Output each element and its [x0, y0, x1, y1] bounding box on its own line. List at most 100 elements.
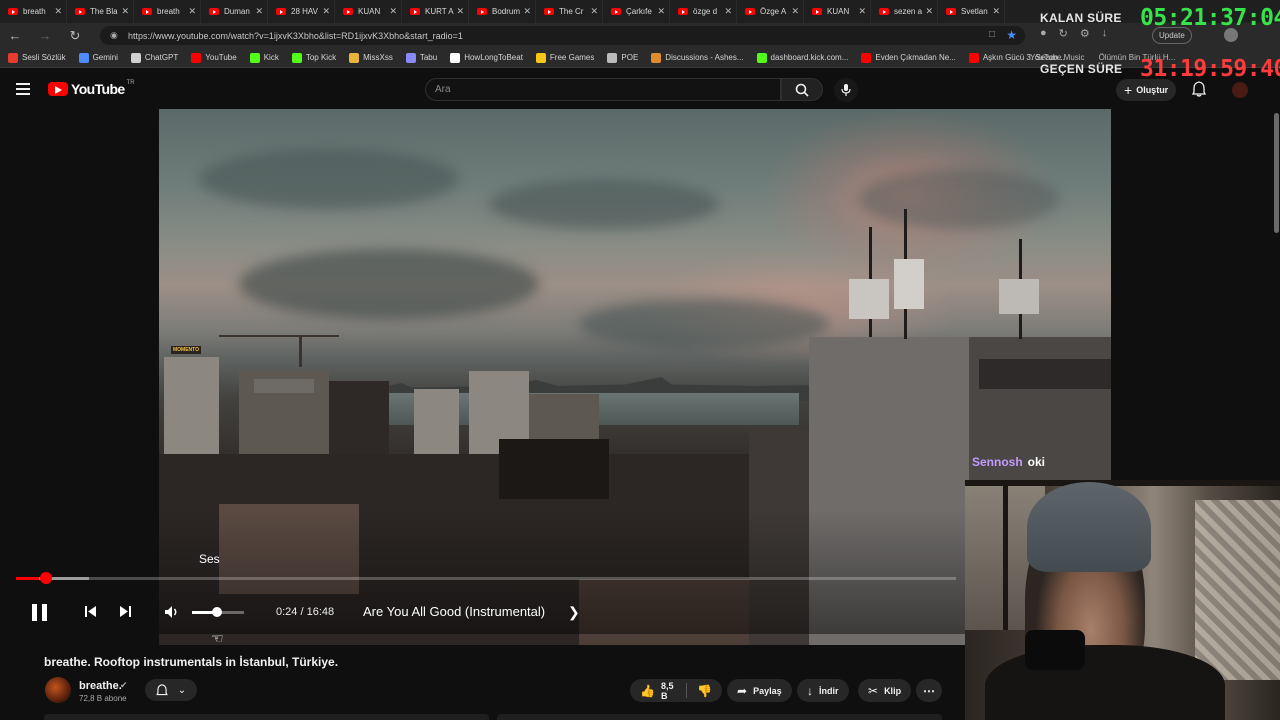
bookmark-item[interactable]: Gemini	[78, 52, 118, 63]
close-tab-icon[interactable]: ✕	[858, 6, 866, 17]
download-icon[interactable]: ↓	[1102, 27, 1108, 40]
close-tab-icon[interactable]: ✕	[791, 6, 799, 17]
dislike-button[interactable]: 👎	[687, 684, 722, 698]
youtube-logo[interactable]: YouTube TR	[48, 80, 135, 97]
bookmark-item[interactable]: dashboard.kick.com...	[756, 52, 848, 63]
url-bar[interactable]: ◉ https://www.youtube.com/watch?v=1ijxvK…	[100, 26, 1025, 45]
close-tab-icon[interactable]: ✕	[121, 6, 129, 17]
video-title: breathe. Rooftop instrumentals in İstanb…	[44, 655, 339, 669]
close-tab-icon[interactable]: ✕	[925, 6, 933, 17]
more-actions-button[interactable]: ⋯	[916, 679, 942, 702]
next-button[interactable]	[119, 605, 132, 623]
refresh-extension-icon[interactable]: ↻	[1059, 27, 1068, 40]
close-tab-icon[interactable]: ✕	[724, 6, 732, 17]
bookmark-label: MissXss	[363, 53, 393, 62]
extension-icon[interactable]: ●	[1040, 27, 1047, 40]
page-scrollbar[interactable]	[1272, 109, 1280, 249]
cloud	[489, 179, 719, 229]
browser-tab[interactable]: sezen a ✕	[871, 0, 938, 23]
close-tab-icon[interactable]: ✕	[322, 6, 330, 17]
account-avatar[interactable]	[1232, 82, 1248, 98]
back-button[interactable]: ←	[0, 28, 30, 43]
reload-button[interactable]: ↻	[60, 28, 90, 44]
bookmark-star-icon[interactable]: ★	[1006, 28, 1017, 42]
bookmark-item[interactable]: Top Kick	[291, 52, 336, 63]
trees	[499, 439, 609, 499]
bookmark-favicon-icon	[8, 52, 18, 63]
share-button[interactable]: ➦ Paylaş	[727, 679, 792, 702]
browser-tab[interactable]: 28 HAV ✕	[268, 0, 335, 23]
bookmark-item[interactable]: Tabu	[405, 52, 437, 63]
close-tab-icon[interactable]: ✕	[523, 6, 531, 17]
browser-tab[interactable]: Özge A ✕	[737, 0, 804, 23]
bookmark-favicon-icon	[607, 52, 618, 63]
bookmark-item[interactable]: YouTube	[191, 52, 237, 63]
puzzle-icon[interactable]: ⚙	[1080, 27, 1090, 40]
bookmark-youtube-music[interactable]: YouTube Music	[1030, 53, 1085, 62]
browser-tab[interactable]: KUAN ✕	[335, 0, 402, 23]
like-button[interactable]: 👍 8,5 B	[630, 679, 686, 702]
mute-button[interactable]	[164, 604, 180, 625]
tab-title: Özge A	[760, 7, 787, 16]
subscription-bell-button[interactable]: ⌄	[145, 679, 197, 701]
clip-button[interactable]: ✂ Klip	[858, 679, 912, 702]
bookmark-item[interactable]: Sesli Sözlük	[8, 52, 66, 63]
close-tab-icon[interactable]: ✕	[255, 6, 263, 17]
chat-message: Sennosh oki	[972, 455, 1045, 469]
browser-tab[interactable]: KUAN ✕	[804, 0, 871, 23]
scrollbar-thumb[interactable]	[1274, 113, 1279, 233]
browser-tab[interactable]: breath ✕	[0, 0, 67, 23]
bookmark-item[interactable]: Discussions - Ashes...	[651, 52, 744, 63]
notifications-button[interactable]	[1191, 81, 1207, 102]
browser-tab[interactable]: The Cr ✕	[536, 0, 603, 23]
site-info-icon[interactable]: ◉	[110, 30, 118, 41]
search-input[interactable]: Ara	[425, 78, 781, 101]
download-icon: ↓	[807, 683, 813, 698]
close-tab-icon[interactable]: ✕	[657, 6, 665, 17]
pause-button[interactable]	[32, 604, 48, 621]
microphone-icon	[841, 84, 851, 96]
browser-tab[interactable]: Duman ✕	[201, 0, 268, 23]
browser-tab[interactable]: Çarkıfe ✕	[603, 0, 670, 23]
bookmark-item[interactable]: MissXss	[349, 52, 393, 63]
forward-button[interactable]: →	[30, 28, 60, 43]
bookmark-item[interactable]: ChatGPT	[130, 52, 178, 63]
close-tab-icon[interactable]: ✕	[456, 6, 464, 17]
channel-name[interactable]: breathe.	[79, 680, 122, 692]
volume-icon	[165, 606, 177, 618]
address-toolbar: ← → ↻ ◉ https://www.youtube.com/watch?v=…	[0, 23, 1280, 48]
channel-avatar[interactable]	[45, 677, 71, 703]
menu-icon[interactable]	[16, 83, 30, 95]
close-tab-icon[interactable]: ✕	[992, 6, 1000, 17]
browser-tab[interactable]: The Bla ✕	[67, 0, 134, 23]
previous-button[interactable]	[84, 605, 97, 623]
create-button[interactable]: + Oluştur	[1116, 79, 1177, 101]
bookmark-item[interactable]: Kick	[249, 52, 279, 63]
elapsed-time-label: GEÇEN SÜRE	[1040, 62, 1123, 76]
browser-tab[interactable]: özge d ✕	[670, 0, 737, 23]
youtube-favicon-icon	[477, 8, 487, 15]
bookmark-item[interactable]: HowLongToBeat	[450, 52, 523, 63]
bookmark-item[interactable]: Free Games	[535, 52, 594, 63]
search-button[interactable]	[781, 78, 823, 101]
chat-text: oki	[1027, 455, 1046, 469]
scrubber-handle[interactable]	[40, 572, 52, 584]
volume-knob[interactable]	[212, 607, 222, 617]
progress-bar[interactable]	[16, 577, 956, 580]
chapter-title[interactable]: Are You All Good (Instrumental)	[363, 604, 545, 619]
browser-tab[interactable]: KURT A ✕	[402, 0, 469, 23]
bookmark-item[interactable]: Evden Çıkmadan Ne...	[861, 52, 956, 63]
verified-icon: ✔	[120, 680, 128, 690]
close-tab-icon[interactable]: ✕	[590, 6, 598, 17]
close-tab-icon[interactable]: ✕	[188, 6, 196, 17]
close-tab-icon[interactable]: ✕	[389, 6, 397, 17]
chevron-right-icon[interactable]: ❯	[568, 604, 580, 621]
voice-search-button[interactable]	[834, 78, 858, 102]
bookmark-item[interactable]: POE	[607, 52, 638, 63]
browser-tab[interactable]: Bodrum ✕	[469, 0, 536, 23]
install-app-icon[interactable]: □	[989, 29, 995, 40]
close-tab-icon[interactable]: ✕	[54, 6, 62, 17]
browser-tab[interactable]: breath ✕	[134, 0, 201, 23]
browser-tab[interactable]: Svetlan ✕	[938, 0, 1005, 23]
download-button[interactable]: ↓ İndir	[797, 679, 849, 702]
